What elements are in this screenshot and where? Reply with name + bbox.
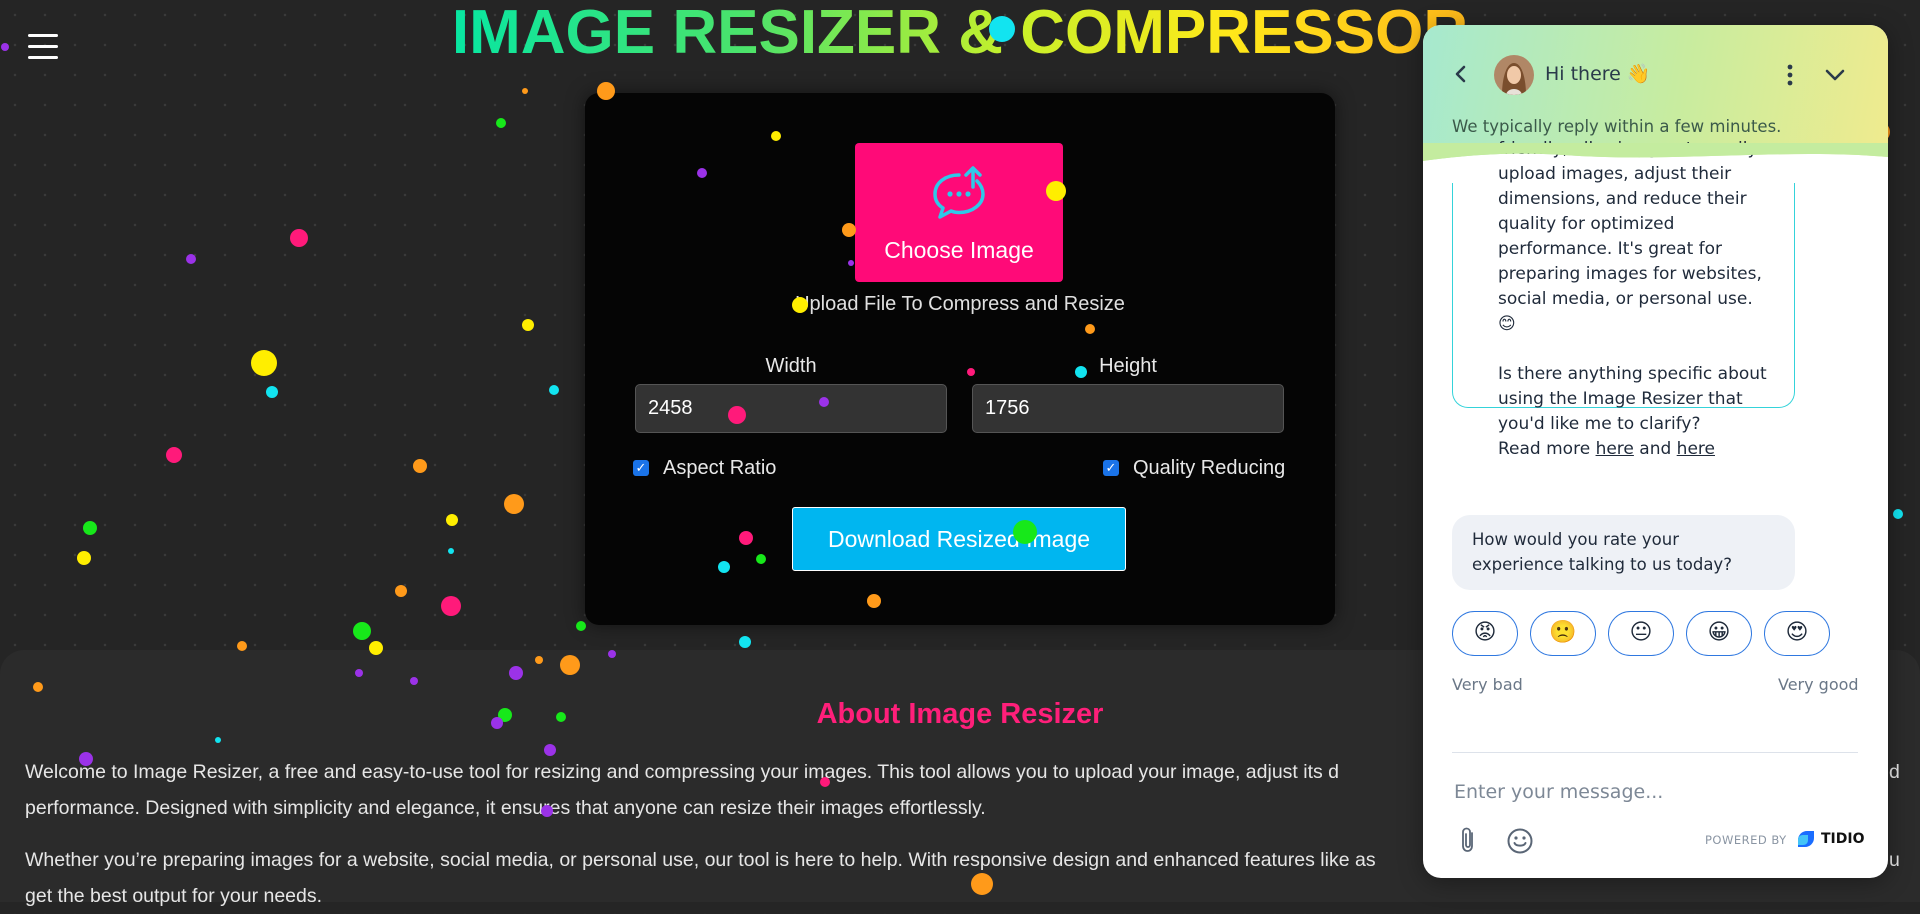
rating-very-bad-button[interactable]: 😡 [1452, 611, 1518, 656]
about-p2-line1-tail: u [1889, 849, 1900, 871]
header-wave-overlay [1423, 143, 1888, 161]
particle-dot [522, 88, 528, 94]
particle-dot [413, 459, 427, 473]
choose-image-button[interactable]: Choose Image [855, 143, 1063, 282]
quality-reducing-checkbox[interactable]: ✓ [1103, 460, 1119, 476]
more-options-icon[interactable] [1785, 63, 1795, 87]
about-p2-line2: get the best output for your needs. [25, 885, 323, 907]
particle-dot [1, 43, 9, 51]
particle-dot [83, 521, 97, 535]
msg-line: social media, or personal use. [1498, 289, 1753, 309]
msg-line: preparing images for websites, [1498, 264, 1762, 284]
particle-dot [251, 350, 277, 376]
particle-dot [446, 514, 458, 526]
input-divider [1452, 752, 1858, 753]
aspect-ratio-checkbox[interactable]: ✓ [633, 460, 649, 476]
particle-dot [504, 494, 524, 514]
download-resized-image-button[interactable]: Download Resized Image [792, 507, 1126, 571]
msg-line: performance. It's great for [1498, 239, 1723, 259]
height-input[interactable] [972, 384, 1284, 433]
msg-line: Is there anything specific about [1498, 364, 1767, 384]
chat-message-input[interactable] [1452, 773, 1862, 811]
particle-dot [77, 551, 91, 565]
msg-line: using the Image Resizer that [1498, 389, 1743, 409]
width-input[interactable] [635, 384, 947, 433]
reply-time-note: We typically reply within a few minutes. [1452, 117, 1782, 136]
tidio-brand: TIDIO [1821, 831, 1865, 847]
height-label: Height [1099, 355, 1157, 377]
particle-dot [166, 447, 182, 463]
particle-dot [576, 621, 586, 631]
aspect-ratio-label: Aspect Ratio [663, 457, 777, 479]
msg-line: 😊 [1498, 314, 1516, 334]
particle-dot [496, 118, 506, 128]
rating-question: How would you rate your experience talki… [1452, 515, 1795, 590]
particle-dot [290, 229, 308, 247]
particle-dot [739, 636, 751, 648]
particle-dot [395, 585, 407, 597]
resizer-card: Choose Image Upload File To Compress and… [585, 93, 1335, 625]
paperclip-icon[interactable] [1456, 825, 1480, 855]
bot-message-text: friendly, allowing you to easily upload … [1498, 139, 1788, 462]
particle-dot [448, 548, 454, 554]
menu-button[interactable] [28, 34, 58, 62]
choose-image-label: Choose Image [884, 237, 1034, 263]
read-more-link-2[interactable]: here [1677, 439, 1715, 459]
about-p1-line1-tail: d [1889, 761, 1900, 783]
page-title: IMAGE RESIZER & COMPRESSOR [420, 0, 1500, 66]
particle-dot [186, 254, 196, 264]
chat-widget: Hi there 👋 We typically reply within a f… [1423, 25, 1888, 878]
very-bad-label: Very bad [1452, 675, 1523, 694]
upload-hint: Upload File To Compress and Resize [795, 293, 1125, 315]
rating-bad-button[interactable]: 🙁 [1530, 611, 1596, 656]
particle-dot [522, 319, 534, 331]
rating-good-button[interactable]: 😀 [1686, 611, 1752, 656]
particle-dot [441, 596, 461, 616]
back-arrow-icon[interactable] [1450, 63, 1472, 85]
msg-line [1498, 337, 1788, 362]
rating-neutral-button[interactable]: 😐 [1608, 611, 1674, 656]
agent-avatar [1494, 55, 1534, 95]
powered-by-label: POWERED BY [1705, 833, 1787, 847]
msg-line: you'd like me to clarify? [1498, 414, 1701, 434]
quality-reducing-label: Quality Reducing [1133, 457, 1286, 479]
hamburger-icon [28, 34, 58, 37]
read-more-link-1[interactable]: here [1596, 439, 1634, 459]
tidio-logo-icon [1798, 831, 1814, 847]
emoji-picker-icon[interactable] [1506, 827, 1534, 855]
particle-dot [266, 386, 278, 398]
msg-line: quality for optimized [1498, 214, 1675, 234]
particle-dot [1893, 509, 1903, 519]
chat-greeting: Hi there 👋 [1545, 63, 1651, 85]
msg-line: dimensions, and reduce their [1498, 189, 1747, 209]
read-more-line: Read more here and here [1498, 439, 1715, 459]
particle-dot [549, 385, 559, 395]
chevron-down-icon[interactable] [1823, 63, 1847, 87]
particle-dot [353, 622, 371, 640]
width-label: Width [765, 355, 817, 377]
very-good-label: Very good [1778, 675, 1859, 694]
upload-chat-icon [933, 166, 985, 219]
rating-very-good-button[interactable]: 😍 [1764, 611, 1830, 656]
